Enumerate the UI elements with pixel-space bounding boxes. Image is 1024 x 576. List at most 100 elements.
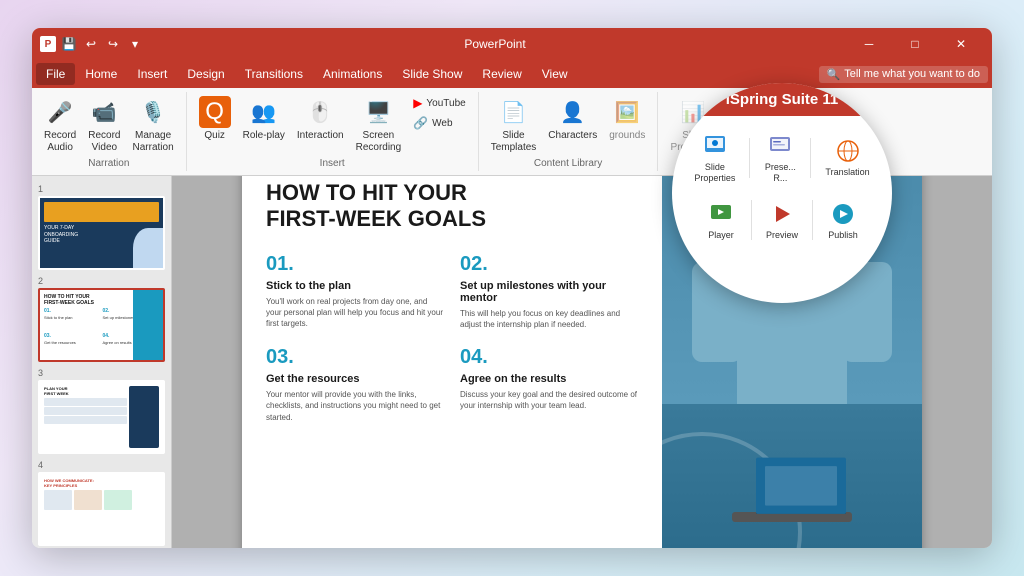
laptop-display bbox=[756, 458, 846, 514]
youtube-icon: ▶ bbox=[413, 96, 422, 110]
menu-review[interactable]: Review bbox=[472, 63, 531, 85]
ispring-presentation-button[interactable]: Prese...R... bbox=[758, 128, 802, 188]
goal-1-heading: Stick to the plan bbox=[266, 280, 444, 292]
save-button[interactable]: 💾 bbox=[60, 35, 78, 53]
ribbon-group-content-library: 📄 SlideTemplates 👤 Characters 🖼️ grounds… bbox=[479, 92, 659, 171]
insert-items: Q Quiz 👥 Role-play 🖱️ Interaction 🖥️ Scr… bbox=[195, 94, 470, 156]
quiz-button[interactable]: Q Quiz bbox=[195, 94, 235, 144]
slide-2-item[interactable]: 2 HOW TO HIT YOURFIRST-WEEK GOALS 01. St… bbox=[38, 276, 165, 362]
redo-button[interactable]: ↪ bbox=[104, 35, 122, 53]
goals-grid: 01. Stick to the plan You'll work on rea… bbox=[266, 253, 638, 423]
slide1-accent bbox=[44, 202, 159, 222]
menu-view[interactable]: View bbox=[532, 63, 578, 85]
slide-1-item[interactable]: 1 YOUR 7-DAYONBOARDINGGUIDE bbox=[38, 184, 165, 270]
app-icon: P bbox=[40, 36, 56, 52]
customize-qa-button[interactable]: ▾ bbox=[126, 35, 144, 53]
menu-transitions[interactable]: Transitions bbox=[235, 63, 313, 85]
slide-templates-label: SlideTemplates bbox=[491, 130, 537, 154]
ispring-slide-properties-button[interactable]: SlideProperties bbox=[688, 128, 741, 188]
youtube-web-group: ▶ YouTube 🔗 Web bbox=[409, 94, 470, 132]
goal-3-num: 03. bbox=[266, 346, 444, 369]
backgrounds-button[interactable]: 🖼️ grounds bbox=[605, 94, 649, 144]
screen-recording-icon: 🖥️ bbox=[362, 96, 394, 128]
youtube-button[interactable]: ▶ YouTube bbox=[409, 94, 470, 112]
divider2 bbox=[810, 138, 811, 178]
characters-button[interactable]: 👤 Characters bbox=[544, 94, 601, 144]
ispring-translation-button[interactable]: Translation bbox=[819, 133, 875, 182]
slide3-right bbox=[129, 386, 159, 448]
slide-3-preview: PLAN YOURFIRST WEEK bbox=[40, 382, 163, 452]
goal-4-heading: Agree on the results bbox=[460, 373, 638, 385]
slide-4-preview: HOW WE COMMUNICATE:KEY PRINCIPLES bbox=[40, 474, 163, 544]
ispring-slide-properties-icon bbox=[701, 132, 729, 160]
record-video-button[interactable]: 📹 RecordVideo bbox=[84, 94, 124, 156]
minimize-button[interactable]: ─ bbox=[846, 28, 892, 60]
record-audio-button[interactable]: 🎤 RecordAudio bbox=[40, 94, 80, 156]
insert-group-label: Insert bbox=[320, 158, 345, 169]
goal-3-text: Your mentor will provide you with the li… bbox=[266, 389, 444, 423]
ispring-player-icon bbox=[707, 200, 735, 228]
ispring-player-button[interactable]: Player bbox=[699, 196, 743, 245]
web-button[interactable]: 🔗 Web bbox=[409, 114, 470, 132]
record-audio-label: RecordAudio bbox=[44, 130, 76, 154]
role-play-label: Role-play bbox=[243, 130, 285, 142]
screen-recording-button[interactable]: 🖥️ ScreenRecording bbox=[352, 94, 406, 156]
slide-4-item[interactable]: 4 HOW WE COMMUNICATE:KEY PRINCIPLES bbox=[38, 460, 165, 546]
quick-access-toolbar: 💾 ↩ ↪ ▾ bbox=[60, 35, 144, 53]
ispring-preview-icon bbox=[768, 200, 796, 228]
quiz-label: Quiz bbox=[204, 130, 225, 142]
ispring-publish-icon bbox=[829, 200, 857, 228]
undo-button[interactable]: ↩ bbox=[82, 35, 100, 53]
manage-narration-button[interactable]: 🎙️ ManageNarration bbox=[129, 94, 178, 156]
menu-bar: File Home Insert Design Transitions Anim… bbox=[32, 60, 992, 88]
ispring-popup: iSpring Suite 11 SlideProperties bbox=[672, 83, 892, 303]
goal-3: 03. Get the resources Your mentor will p… bbox=[266, 346, 444, 423]
slide3-title: PLAN YOURFIRST WEEK bbox=[44, 386, 127, 396]
youtube-label: YouTube bbox=[426, 98, 465, 109]
content-library-group-label: Content Library bbox=[534, 158, 602, 169]
slide-2-thumb[interactable]: HOW TO HIT YOURFIRST-WEEK GOALS 01. Stic… bbox=[38, 288, 165, 362]
goal-4: 04. Agree on the results Discuss your ke… bbox=[460, 346, 638, 423]
restore-button[interactable]: □ bbox=[892, 28, 938, 60]
slide-left-content: HOW TO HIT YOUR FIRST-WEEK GOALS 01. Sti… bbox=[242, 176, 662, 548]
slide-templates-button[interactable]: 📄 SlideTemplates bbox=[487, 94, 541, 156]
slide4-title: HOW WE COMMUNICATE:KEY PRINCIPLES bbox=[44, 478, 159, 488]
menu-home[interactable]: Home bbox=[75, 63, 127, 85]
ispring-translation-icon bbox=[834, 137, 862, 165]
slides-panel[interactable]: 1 YOUR 7-DAYONBOARDINGGUIDE 2 bbox=[32, 176, 172, 548]
interaction-icon: 🖱️ bbox=[304, 96, 336, 128]
slide-3-item[interactable]: 3 PLAN YOURFIRST WEEK bbox=[38, 368, 165, 454]
web-label: Web bbox=[432, 118, 452, 129]
ispring-publish-button[interactable]: Publish bbox=[821, 196, 865, 245]
ispring-preview-label: Preview bbox=[766, 230, 798, 241]
record-video-label: RecordVideo bbox=[88, 130, 120, 154]
screen-recording-label: ScreenRecording bbox=[356, 130, 402, 154]
divider3 bbox=[751, 200, 752, 240]
ispring-presentation-label: Prese...R... bbox=[765, 162, 796, 184]
record-video-icon: 📹 bbox=[88, 96, 120, 128]
characters-icon: 👤 bbox=[557, 96, 589, 128]
role-play-icon: 👥 bbox=[248, 96, 280, 128]
slide-1-thumb[interactable]: YOUR 7-DAYONBOARDINGGUIDE bbox=[38, 196, 165, 270]
goal-4-text: Discuss your key goal and the desired ou… bbox=[460, 389, 638, 411]
interaction-button[interactable]: 🖱️ Interaction bbox=[293, 94, 348, 144]
slide-4-thumb[interactable]: HOW WE COMMUNICATE:KEY PRINCIPLES bbox=[38, 472, 165, 546]
ispring-preview-button[interactable]: Preview bbox=[760, 196, 804, 245]
close-button[interactable]: ✕ bbox=[938, 28, 984, 60]
menu-design[interactable]: Design bbox=[177, 63, 234, 85]
quiz-icon: Q bbox=[199, 96, 231, 128]
menu-animations[interactable]: Animations bbox=[313, 63, 392, 85]
menu-insert[interactable]: Insert bbox=[127, 63, 177, 85]
role-play-button[interactable]: 👥 Role-play bbox=[239, 94, 289, 144]
goal-4-num: 04. bbox=[460, 346, 638, 369]
goal-2: 02. Set up milestones with your mentor T… bbox=[460, 253, 638, 330]
menu-file[interactable]: File bbox=[36, 63, 75, 85]
slide-3-thumb[interactable]: PLAN YOURFIRST WEEK bbox=[38, 380, 165, 454]
slide-2-num: 2 bbox=[38, 276, 165, 286]
goal-1-text: You'll work on real projects from day on… bbox=[266, 296, 444, 330]
search-box[interactable]: 🔍 Tell me what you want to do bbox=[819, 66, 988, 83]
menu-slideshow[interactable]: Slide Show bbox=[392, 63, 472, 85]
slide-1-num: 1 bbox=[38, 184, 165, 194]
title-bar: P 💾 ↩ ↪ ▾ PowerPoint ─ □ ✕ bbox=[32, 28, 992, 60]
slide-3-num: 3 bbox=[38, 368, 165, 378]
